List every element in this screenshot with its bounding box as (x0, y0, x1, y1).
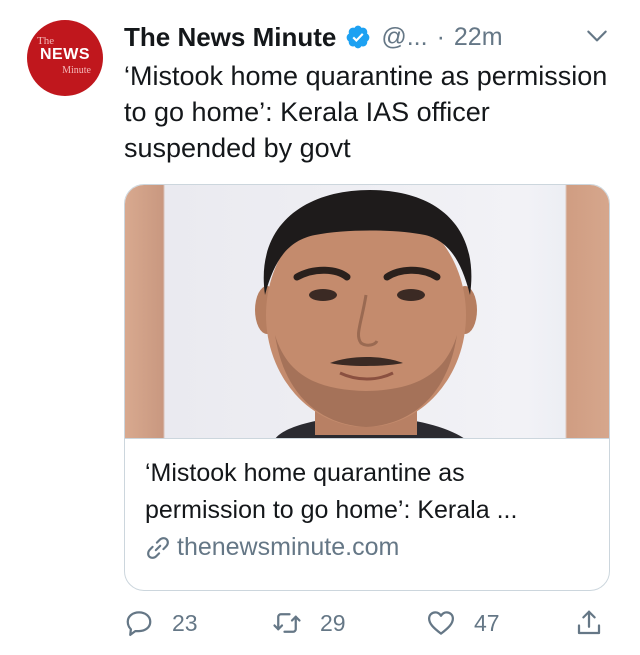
avatar[interactable]: The NEWS Minute (27, 20, 103, 96)
retweet-icon (273, 613, 301, 633)
link-card[interactable]: ‘Mistook home quarantine as permission t… (124, 184, 610, 591)
tweet-text: ‘Mistook home quarantine as permission t… (124, 61, 608, 163)
tweet[interactable]: The NEWS Minute The News Minute @... · 2… (0, 0, 640, 655)
share-button[interactable] (574, 608, 622, 638)
reply-button[interactable]: 23 (124, 608, 198, 638)
like-button[interactable]: 47 (426, 608, 500, 638)
card-image[interactable] (125, 185, 609, 439)
author-name[interactable]: The News Minute (124, 22, 336, 53)
card-body[interactable]: ‘Mistook home quarantine as permission t… (125, 439, 609, 562)
tweet-header: The News Minute @... · 22m (124, 19, 620, 55)
tweet-timestamp[interactable]: 22m (454, 23, 503, 52)
card-title[interactable]: ‘Mistook home quarantine as permission t… (145, 455, 591, 529)
author-handle[interactable]: @... (381, 23, 427, 52)
card-domain-row[interactable]: thenewsminute.com (145, 533, 591, 562)
retweet-count: 29 (320, 609, 346, 636)
chevron-down-icon[interactable] (584, 23, 610, 49)
portrait-photo (255, 190, 477, 438)
header-separator: · (436, 22, 445, 51)
action-bar: 23 29 47 (124, 608, 614, 648)
avatar-text-bottom: Minute (62, 65, 91, 76)
link-icon (145, 535, 171, 561)
reply-count: 23 (172, 609, 198, 636)
reply-icon (126, 611, 152, 636)
heart-icon (428, 611, 454, 635)
like-count: 47 (474, 609, 500, 636)
verified-badge-icon (345, 24, 371, 50)
card-domain[interactable]: thenewsminute.com (177, 533, 399, 562)
share-icon (577, 610, 601, 635)
avatar-text-middle: NEWS (40, 46, 90, 63)
retweet-button[interactable]: 29 (272, 608, 346, 638)
